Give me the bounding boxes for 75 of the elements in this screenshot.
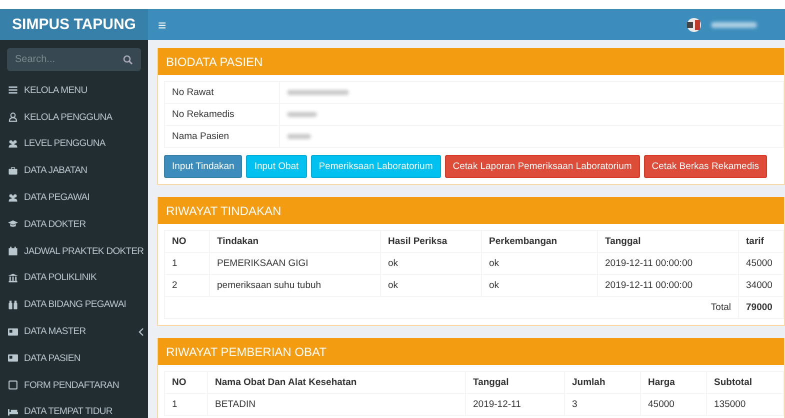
sidebar-item[interactable]: DATA TEMPAT TIDUR xyxy=(0,398,148,418)
graduation-cap-icon xyxy=(8,219,18,230)
table-cell: PEMERIKSAAN GIGI xyxy=(210,252,380,274)
panel-title: BIODATA PASIEN xyxy=(158,48,784,75)
column-header: Subtotal xyxy=(706,372,784,394)
field-label: No Rawat xyxy=(164,82,280,104)
panel-title: RIWAYAT TINDAKAN xyxy=(158,197,784,224)
column-header: tarif xyxy=(738,230,784,252)
table-cell: pemeriksaan suhu tubuh xyxy=(210,274,380,296)
column-header: Perkembangan xyxy=(482,230,598,252)
bed-icon xyxy=(8,406,18,417)
sidebar-item[interactable]: DATA PEGAWAI xyxy=(0,184,148,211)
field-label: No Rekamedis xyxy=(164,104,280,126)
table-cell: 135000 xyxy=(706,394,784,416)
search-field[interactable]: Search... xyxy=(7,48,141,71)
briefcase-icon xyxy=(8,166,18,176)
user-icon xyxy=(8,112,18,122)
table-cell: 34000 xyxy=(738,274,784,296)
table-cell: 45000 xyxy=(640,394,706,416)
table-cell: 1 xyxy=(164,252,210,274)
sidebar-item[interactable]: KELOLA PENGGUNA xyxy=(0,104,148,131)
action-button[interactable]: Cetak Berkas Rekamedis xyxy=(644,155,767,178)
column-header: Nama Obat Dan Alat Kesehatan xyxy=(208,372,466,394)
column-header: Jumlah xyxy=(564,372,640,394)
redacted-value xyxy=(287,134,311,139)
sidebar-item[interactable]: FORM PENDAFTARAN xyxy=(0,372,148,399)
sidebar-item[interactable]: KELOLA MENU xyxy=(0,77,148,104)
users-icon xyxy=(8,138,18,149)
table-cell: 3 xyxy=(564,394,640,416)
bank-icon xyxy=(8,272,18,283)
square-icon xyxy=(8,380,18,390)
sidebar-item[interactable]: DATA PASIEN xyxy=(0,344,148,372)
action-button[interactable]: Input Tindakan xyxy=(164,155,242,178)
column-header: Tindakan xyxy=(210,230,380,252)
list-icon xyxy=(8,85,18,96)
column-header: Tanggal xyxy=(466,372,564,394)
field-label: Nama Pasien xyxy=(164,126,280,148)
column-header: Hasil Periksa xyxy=(380,230,482,252)
app-logo: SIMPUS TAPUNG xyxy=(0,9,148,40)
table-cell: 2019-12-11 xyxy=(466,394,564,416)
table-cell: 45000 xyxy=(738,252,784,274)
table-cell: 2 xyxy=(164,274,210,296)
sidebar-item[interactable]: DATA BIDANG PEGAWAI xyxy=(0,291,148,318)
search-icon[interactable] xyxy=(123,54,133,64)
table-cell: ok xyxy=(482,274,598,296)
redacted-value xyxy=(287,112,317,117)
avatar-icon[interactable] xyxy=(687,18,701,32)
sidebar-item[interactable]: JADWAL PRAKTEK DOKTER xyxy=(0,238,148,265)
sidebar-item[interactable]: DATA MASTER xyxy=(0,318,148,345)
sidebar-item[interactable]: LEVEL PENGGUNA xyxy=(0,130,148,158)
id-card-icon xyxy=(8,353,18,364)
table-cell: ok xyxy=(482,252,598,274)
table-cell: ok xyxy=(380,274,482,296)
table-cell: 2019-12-11 00:00:00 xyxy=(598,252,738,274)
table-cell: ok xyxy=(380,252,482,274)
action-button[interactable]: Cetak Laporan Pemeriksaan Laboratorium xyxy=(444,155,640,178)
menu-toggle[interactable]: ≡ xyxy=(158,16,166,32)
id-card-icon xyxy=(8,326,18,337)
users-icon xyxy=(8,192,18,203)
redacted-user-name xyxy=(711,22,757,28)
total-label: Total xyxy=(164,296,738,318)
column-header: NO xyxy=(164,230,210,252)
panel-title: RIWAYAT PEMBERIAN OBAT xyxy=(158,338,784,365)
column-header: NO xyxy=(164,372,208,394)
table-cell: 2019-12-11 00:00:00 xyxy=(598,274,738,296)
sidebar-item[interactable]: DATA DOKTER xyxy=(0,210,148,238)
total-value: 79000 xyxy=(738,296,784,318)
sidebar-item[interactable]: DATA POLIKLINIK xyxy=(0,264,148,292)
table-cell: 1 xyxy=(164,394,208,416)
table-cell: BETADIN xyxy=(208,394,466,416)
redacted-value xyxy=(287,90,349,95)
calendar-icon xyxy=(8,246,18,256)
sidebar-item[interactable]: DATA JABATAN xyxy=(0,157,148,184)
column-header: Harga xyxy=(640,372,706,394)
column-header: Tanggal xyxy=(598,230,738,252)
